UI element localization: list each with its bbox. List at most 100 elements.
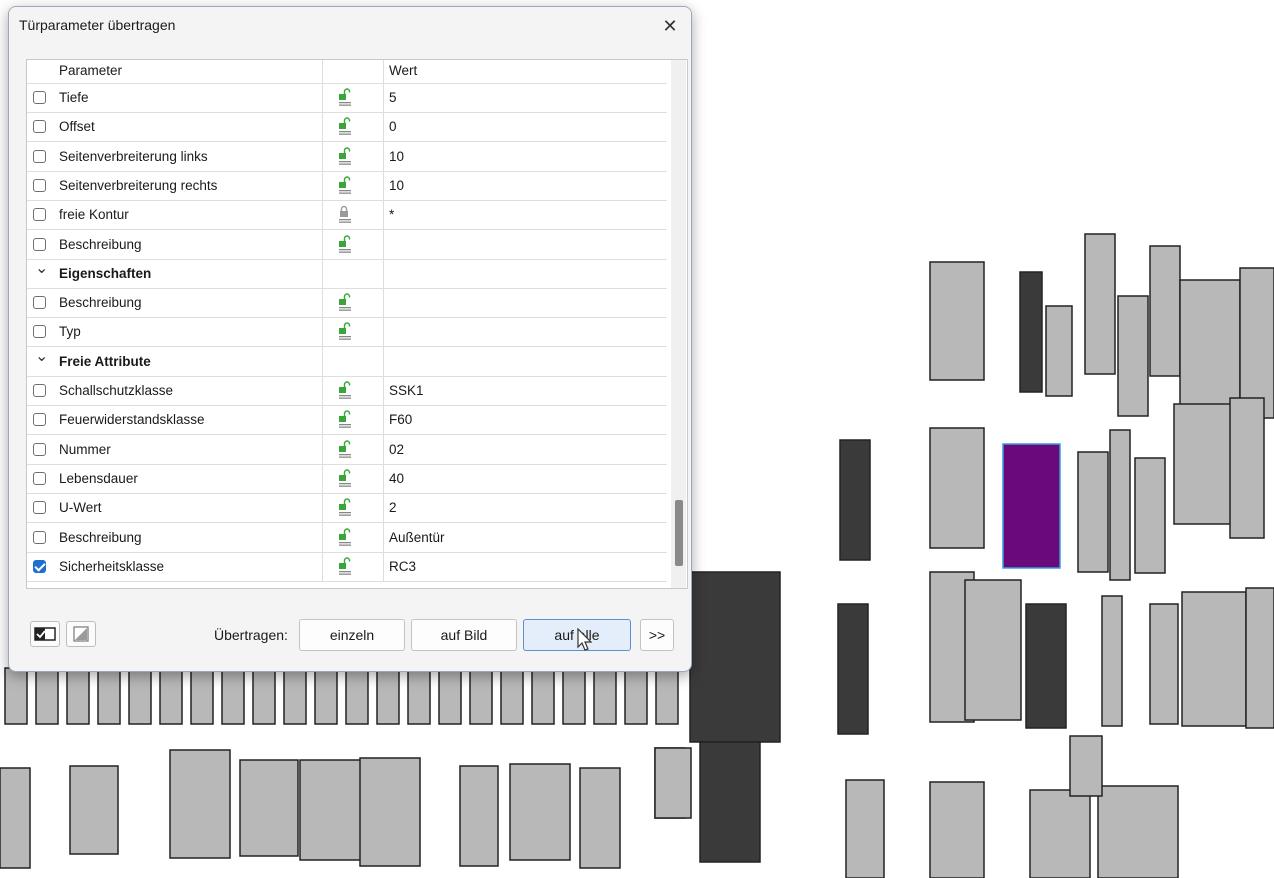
title-bar[interactable]: Türparameter übertragen ✕ (9, 7, 691, 45)
expand-button[interactable]: >> (640, 619, 674, 651)
image-select-icon (73, 626, 89, 642)
row-checkbox[interactable] (33, 442, 46, 456)
transfer-on-image-button[interactable]: auf Bild (411, 619, 517, 651)
unlock-icon[interactable] (337, 469, 353, 487)
door-model (97, 667, 121, 725)
door-model (66, 667, 90, 725)
row-checkbox[interactable] (33, 149, 46, 163)
row-checkbox[interactable] (33, 501, 46, 515)
chevron-down-icon[interactable]: ⌄ (35, 258, 48, 278)
parameter-value[interactable]: 02 (389, 442, 404, 457)
table-row[interactable]: Tiefe 5 (27, 83, 667, 113)
row-checkbox[interactable] (33, 471, 46, 485)
chevron-down-icon[interactable]: ⌄ (35, 346, 48, 366)
parameter-table: Parameter Wert Tiefe 5 Offset 0 Seitenverbre… (26, 59, 688, 589)
transfer-single-button[interactable]: einzeln (299, 619, 405, 651)
row-checkbox[interactable] (33, 178, 46, 192)
scrollbar-thumb[interactable] (675, 500, 683, 566)
parameter-value[interactable]: 10 (389, 149, 404, 164)
door-model (1077, 451, 1109, 573)
table-row[interactable]: Beschreibung (27, 288, 667, 319)
table-row[interactable]: freie Kontur * (27, 200, 667, 231)
close-button[interactable]: ✕ (649, 7, 691, 45)
table-row[interactable]: Beschreibung Außentür (27, 522, 667, 553)
row-checkbox[interactable] (33, 296, 46, 310)
transfer-label: Übertragen: (214, 627, 288, 643)
lock-icon[interactable] (337, 205, 353, 223)
door-model (359, 757, 421, 867)
group-row[interactable]: ⌄ Eigenschaften (27, 258, 667, 289)
row-checkbox[interactable] (33, 384, 46, 397)
table-row[interactable]: Lebensdauer 40 (27, 463, 667, 494)
door-model (1029, 789, 1091, 878)
table-row[interactable]: U-Wert 2 (27, 493, 667, 524)
table-row[interactable]: Typ (27, 317, 667, 348)
parameter-value[interactable]: 10 (389, 178, 404, 193)
unlock-icon[interactable] (337, 527, 353, 546)
unlock-icon[interactable] (337, 117, 353, 136)
door-model (128, 667, 152, 725)
parameter-value[interactable]: 2 (389, 500, 397, 515)
row-checkbox[interactable] (33, 413, 46, 427)
door-model (929, 781, 985, 878)
image-select-button[interactable] (66, 621, 96, 647)
door-model (929, 261, 985, 381)
unlock-icon[interactable] (337, 381, 353, 399)
table-row[interactable]: Seitenverbreiterung links 10 (27, 141, 667, 172)
unlock-icon[interactable] (337, 557, 353, 575)
unlock-icon[interactable] (337, 410, 353, 429)
unlock-icon[interactable] (337, 234, 353, 253)
table-row[interactable]: Nummer 02 (27, 434, 667, 465)
parameter-value[interactable]: * (389, 207, 394, 222)
unlock-icon[interactable] (337, 146, 353, 165)
toggle-checkboxes-button[interactable] (30, 621, 60, 647)
parameter-value[interactable]: F60 (389, 412, 412, 427)
door-model (845, 779, 885, 878)
parameter-value[interactable]: 0 (389, 119, 397, 134)
row-checkbox[interactable] (33, 91, 46, 104)
door-model (407, 667, 431, 725)
row-checkbox[interactable] (33, 530, 46, 544)
table-row[interactable]: Sicherheitsklasse RC3 (27, 551, 667, 582)
close-icon: ✕ (662, 15, 678, 36)
table-row[interactable]: Schallschutzklasse SSK1 (27, 376, 667, 406)
row-checkbox[interactable] (33, 208, 46, 222)
door-model (1025, 603, 1067, 729)
door-model (1045, 305, 1073, 397)
table-row[interactable]: Seitenverbreiterung rechts 10 (27, 170, 667, 201)
parameter-value[interactable]: SSK1 (389, 383, 424, 398)
row-checkbox[interactable] (33, 559, 46, 573)
door-model (252, 667, 276, 725)
unlock-icon[interactable] (337, 439, 353, 458)
door-model (438, 667, 462, 725)
unlock-icon[interactable] (337, 498, 353, 516)
door-model (159, 667, 183, 725)
parameter-name: Typ (59, 324, 81, 340)
row-checkbox[interactable] (33, 120, 46, 134)
row-checkbox[interactable] (33, 237, 46, 251)
group-row[interactable]: ⌄ Freie Attribute (27, 346, 667, 377)
table-row[interactable]: Feuerwiderstandsklasse F60 (27, 405, 667, 436)
door-model (1002, 443, 1061, 569)
unlock-icon[interactable] (337, 322, 353, 341)
vertical-scrollbar[interactable] (671, 60, 686, 588)
unlock-icon[interactable] (337, 88, 353, 106)
row-checkbox[interactable] (33, 325, 46, 339)
table-row[interactable]: Beschreibung (27, 229, 667, 260)
parameter-value[interactable]: RC3 (389, 559, 416, 574)
door-model (299, 759, 365, 861)
parameter-value[interactable]: 40 (389, 471, 404, 486)
unlock-icon[interactable] (337, 176, 353, 194)
parameter-name: Eigenschaften (59, 265, 152, 281)
mouse-cursor-icon (577, 628, 593, 651)
unlock-icon[interactable] (337, 293, 353, 311)
door-model (837, 603, 869, 735)
parameter-value[interactable]: Außentür (389, 530, 445, 545)
door-model (1149, 245, 1181, 377)
door-model (1117, 295, 1149, 417)
table-row[interactable]: Offset 0 (27, 112, 667, 143)
parameter-name: Seitenverbreiterung rechts (59, 177, 218, 193)
door-model (1019, 271, 1043, 393)
door-model (314, 667, 338, 725)
parameter-value[interactable]: 5 (389, 90, 397, 105)
